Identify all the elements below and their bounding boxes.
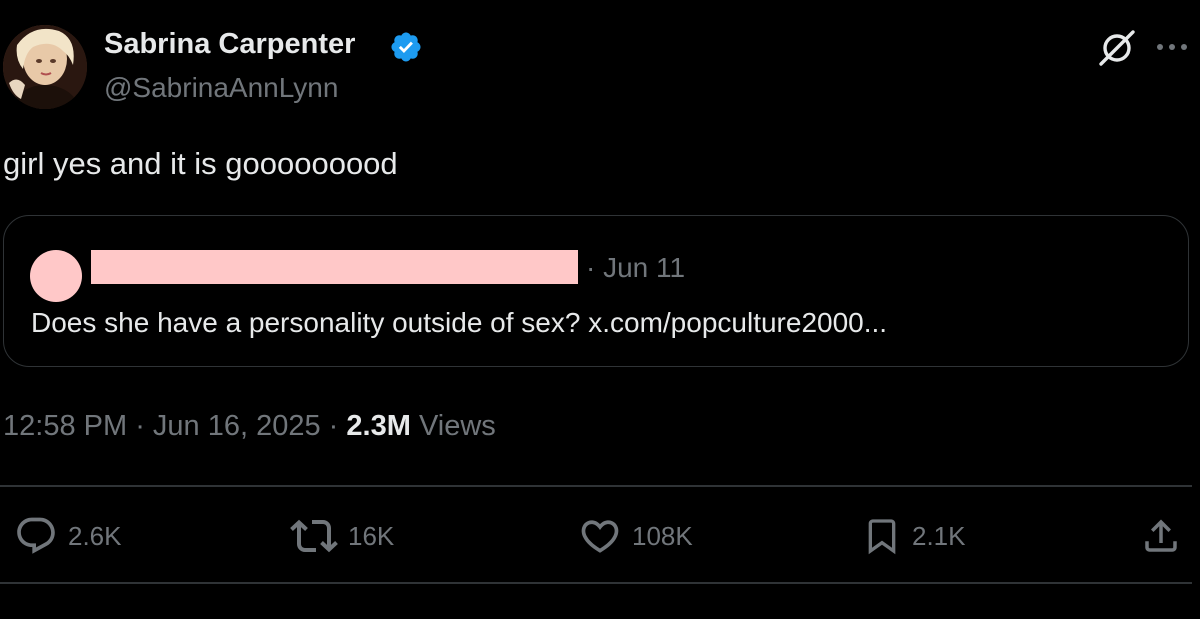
repost-button[interactable]: 16K	[290, 510, 394, 562]
meta-separator: ·	[127, 410, 153, 442]
repost-count: 16K	[348, 520, 395, 551]
quoted-tweet[interactable]: · Jun 11 Does she have a personality out…	[3, 215, 1189, 367]
share-button[interactable]	[1140, 510, 1182, 562]
reply-button[interactable]: 2.6K	[14, 510, 122, 562]
quoted-author-redacted	[91, 250, 578, 284]
more-icon[interactable]	[1155, 40, 1189, 54]
tweet-text: girl yes and it is gooooooood	[3, 146, 398, 181]
views-label: Views	[410, 410, 496, 442]
quoted-avatar-redacted	[30, 250, 82, 302]
bookmark-count: 2.1K	[912, 520, 966, 551]
like-count: 108K	[632, 520, 693, 551]
author-display-name[interactable]: Sabrina Carpenter	[104, 28, 355, 61]
author-handle[interactable]: @SabrinaAnnLynn	[104, 72, 338, 104]
author-avatar[interactable]	[3, 25, 87, 109]
tweet-meta: 12:58 PM · Jun 16, 2025 · 2.3M Views	[3, 410, 496, 443]
grok-icon[interactable]	[1096, 27, 1138, 69]
quoted-tweet-date: · Jun 11	[586, 252, 686, 283]
heart-icon	[581, 520, 619, 553]
bookmark-button[interactable]: 2.1K	[862, 510, 966, 562]
verified-badge-icon	[391, 32, 421, 62]
views-count: 2.3M	[346, 410, 411, 442]
divider	[0, 485, 1192, 487]
avatar-image	[3, 25, 87, 109]
share-icon	[1145, 519, 1177, 552]
tweet: Sabrina Carpenter @SabrinaAnnLynn girl y…	[0, 0, 1200, 619]
action-bar: 2.6K 16K 108K 2.1K	[0, 510, 1200, 562]
repost-icon	[290, 519, 338, 553]
tweet-time[interactable]: 12:58 PM	[3, 410, 127, 442]
reply-count: 2.6K	[68, 520, 122, 551]
divider	[0, 582, 1192, 584]
meta-separator: ·	[320, 410, 347, 442]
like-button[interactable]: 108K	[578, 510, 693, 562]
bookmark-icon	[868, 519, 896, 555]
tweet-date[interactable]: Jun 16, 2025	[153, 410, 321, 442]
reply-icon	[17, 517, 55, 554]
quoted-tweet-text: Does she have a personality outside of s…	[31, 307, 888, 338]
